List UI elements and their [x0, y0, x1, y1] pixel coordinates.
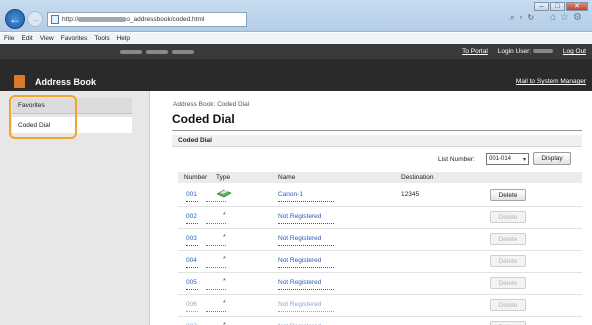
url-suffix: o_addressbook/coded.html [126, 16, 205, 23]
row-number-link[interactable]: 006 [186, 301, 198, 312]
minimize-icon[interactable]: – [534, 2, 549, 11]
arrow-left-icon: ← [9, 12, 21, 26]
list-number-value: 001-014 [489, 156, 512, 162]
back-button[interactable]: ← [5, 9, 25, 29]
page-icon [51, 15, 59, 24]
table-row: 005 * Not Registered Delete [178, 273, 582, 295]
menu-bar: File Edit View Favorites Tools Help [0, 33, 592, 44]
type-unregistered: * [223, 300, 226, 307]
column-destination: Destination [401, 174, 434, 181]
row-name-link[interactable]: Not Registered [278, 235, 335, 246]
log-out-link[interactable]: Log Out [563, 48, 586, 55]
row-name-link[interactable]: Canon-1 [278, 191, 334, 202]
section-header: Coded Dial [172, 135, 582, 147]
arrow-right-icon: → [30, 14, 40, 24]
list-number-label: List Number: [438, 156, 475, 163]
table-row: 001 Canon-1 12345 Delete [178, 185, 582, 207]
table-row: 003 * Not Registered Delete [178, 229, 582, 251]
display-button[interactable]: Display [533, 152, 571, 165]
table-row: 004 * Not Registered Delete [178, 251, 582, 273]
type-underline [206, 267, 226, 268]
row-number-link[interactable]: 001 [186, 191, 198, 202]
url-prefix: http:// [62, 16, 79, 23]
mail-to-manager-link[interactable]: Mail to System Manager [516, 78, 586, 85]
login-user-text: Login User: [497, 48, 532, 55]
delete-button: Delete [490, 233, 526, 245]
list-number-select[interactable]: 001-014 ▾ [486, 153, 529, 165]
delete-button: Delete [490, 321, 526, 325]
type-underline [206, 245, 226, 246]
type-unregistered: * [223, 256, 226, 263]
maximize-icon[interactable]: □ [550, 2, 565, 11]
home-icon[interactable]: ⌂ [550, 12, 556, 23]
forward-button[interactable]: → [27, 11, 43, 27]
top-bar: To Portal Login User: Log Out [0, 44, 592, 59]
type-underline [206, 201, 226, 202]
address-bar[interactable]: http:// o_addressbook/coded.html [47, 12, 247, 27]
type-underline [206, 289, 226, 290]
gear-icon[interactable]: ⚙ [573, 12, 582, 23]
row-number-link[interactable]: 004 [186, 257, 198, 268]
type-unregistered: * [223, 278, 226, 285]
type-underline [206, 223, 226, 224]
compat-icon[interactable]: ▫ [519, 13, 522, 23]
row-destination: 12345 [401, 191, 420, 198]
refresh-icon[interactable]: ↻ [527, 13, 534, 23]
type-unregistered: * [223, 212, 226, 219]
login-user-label: Login User: [498, 48, 553, 55]
page-title: Coded Dial [172, 112, 235, 126]
fax-machine-icon [216, 188, 232, 198]
menu-tools[interactable]: Tools [94, 35, 109, 42]
type-unregistered: * [223, 234, 226, 241]
column-type: Type [216, 174, 231, 181]
close-icon[interactable]: ✕ [566, 2, 588, 11]
column-number: Number [184, 174, 208, 181]
table-row: 006 * Not Registered Delete [178, 295, 582, 317]
table-row: 002 * Not Registered Delete [178, 207, 582, 229]
type-underline [206, 311, 226, 312]
address-url: http:// o_addressbook/coded.html [62, 16, 204, 23]
highlight-frame [9, 95, 77, 139]
star-icon[interactable]: ☆ [560, 12, 569, 23]
app-title: Address Book [35, 77, 97, 87]
top-bar-links: To Portal Login User: Log Out [462, 48, 586, 55]
menu-view[interactable]: View [40, 35, 54, 42]
row-number-link[interactable]: 005 [186, 279, 198, 290]
to-portal-link[interactable]: To Portal [462, 48, 488, 55]
delete-button: Delete [490, 277, 526, 289]
redacted-text [120, 49, 142, 54]
breadcrumb: Address Book: Coded Dial [173, 101, 250, 108]
window-controls: – □ ✕ [534, 2, 588, 11]
delete-button: Delete [490, 299, 526, 311]
chevron-down-icon: ▾ [522, 156, 526, 163]
redacted-text [146, 49, 168, 54]
table-header: Number Type Name Destination [178, 172, 582, 183]
redacted-host [78, 16, 127, 22]
delete-button: Delete [490, 255, 526, 267]
row-name-link[interactable]: Not Registered [278, 301, 335, 312]
menu-favorites[interactable]: Favorites [61, 35, 88, 42]
menu-help[interactable]: Help [117, 35, 130, 42]
row-name-link[interactable]: Not Registered [278, 213, 335, 224]
search-icon[interactable]: ⌕ [510, 13, 514, 23]
address-book-icon [14, 75, 25, 88]
row-number-link[interactable]: 003 [186, 235, 198, 246]
address-tools: ⌕ ▫ ↻ [510, 13, 534, 23]
row-number-link[interactable]: 002 [186, 213, 198, 224]
row-name-link[interactable]: Not Registered [278, 257, 335, 268]
toolbar-icons: ⌂ ☆ ⚙ [550, 12, 582, 23]
title-divider [172, 130, 582, 131]
redacted-username [532, 49, 553, 53]
menu-file[interactable]: File [4, 35, 14, 42]
row-name-link[interactable]: Not Registered [278, 279, 335, 290]
redacted-text [172, 49, 194, 54]
device-model [120, 49, 194, 54]
table-row: 007*Not RegisteredDelete [178, 317, 582, 325]
delete-button: Delete [490, 211, 526, 223]
menu-edit[interactable]: Edit [21, 35, 32, 42]
delete-button[interactable]: Delete [490, 189, 526, 201]
column-name: Name [278, 174, 296, 181]
